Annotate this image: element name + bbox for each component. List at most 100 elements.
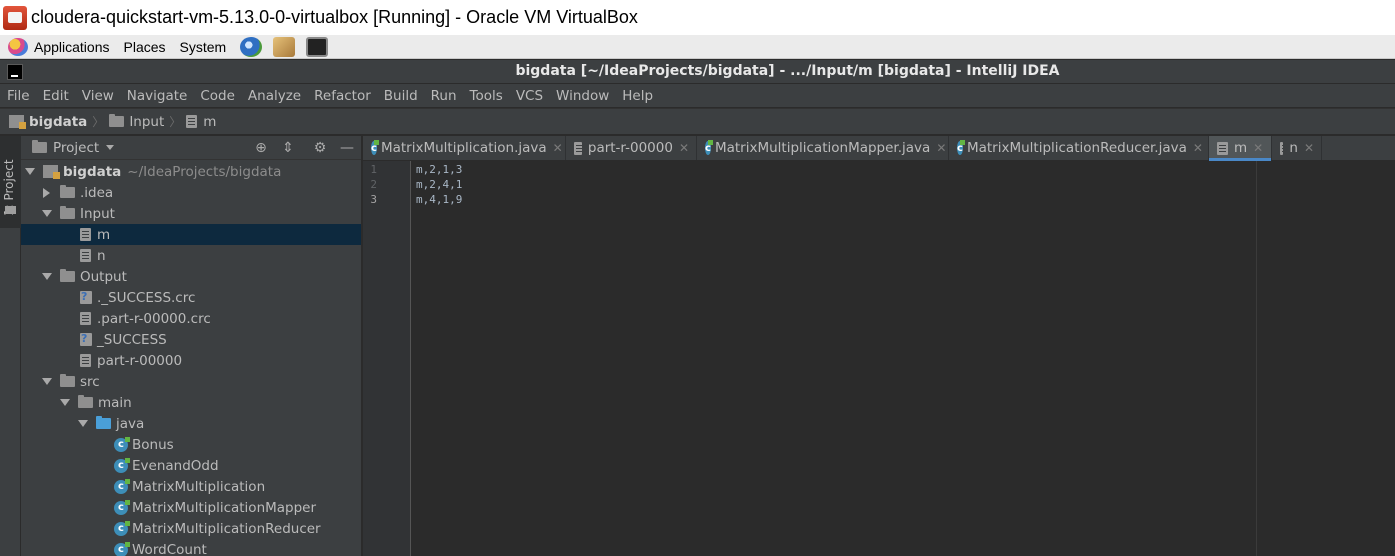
tree-item-src[interactable]: src (21, 371, 361, 392)
web-browser-launcher-icon[interactable] (240, 36, 263, 57)
menu-edit[interactable]: Edit (43, 88, 69, 104)
menu-analyze[interactable]: Analyze (248, 88, 301, 104)
tree-item-input[interactable]: Input (21, 203, 361, 224)
expand-arrow-icon[interactable] (42, 273, 52, 280)
menu-build[interactable]: Build (384, 88, 418, 104)
tree-item-n[interactable]: n (21, 245, 361, 266)
close-icon[interactable]: ✕ (1304, 141, 1314, 155)
breadcrumb-folder[interactable]: Input (109, 114, 164, 130)
package-manager-launcher-icon[interactable] (273, 36, 296, 57)
tree-item-label: java (116, 415, 145, 432)
applications-menu[interactable]: Applications (0, 37, 110, 56)
menu-help[interactable]: Help (622, 88, 653, 104)
tab-n[interactable]: n ✕ (1272, 136, 1322, 160)
code-line[interactable]: m,2,1,3 (416, 163, 462, 176)
menu-tools[interactable]: Tools (470, 88, 503, 104)
close-icon[interactable]: ✕ (553, 141, 563, 155)
close-icon[interactable]: ✕ (1193, 141, 1203, 155)
expand-arrow-icon[interactable] (60, 399, 70, 406)
java-class-icon: c (114, 478, 130, 494)
tree-item-matrixmultiplicationmapper[interactable]: c MatrixMultiplicationMapper (21, 497, 361, 518)
java-class-icon: c (114, 541, 130, 556)
expand-arrow-icon[interactable] (78, 420, 88, 427)
module-icon (43, 165, 60, 179)
project-tool-window-button[interactable]: 1: Project (0, 136, 21, 228)
applications-menu-label: Applications (34, 38, 110, 55)
tree-item-success-crc[interactable]: ._SUCCESS.crc (21, 287, 361, 308)
line-number: 2 (370, 178, 377, 191)
close-icon[interactable]: ✕ (1253, 141, 1263, 155)
menu-vcs[interactable]: VCS (516, 88, 543, 104)
line-number: 3 (370, 193, 377, 206)
java-class-icon: c (114, 499, 130, 515)
tree-item-evenandodd[interactable]: c EvenandOdd (21, 455, 361, 476)
hide-panel-icon[interactable]: — (339, 140, 355, 156)
tree-item-output[interactable]: Output (21, 266, 361, 287)
text-file-icon (1217, 141, 1228, 155)
tree-item-label: n (97, 247, 106, 264)
tree-item-main[interactable]: main (21, 392, 361, 413)
close-icon[interactable]: ✕ (936, 141, 946, 155)
breadcrumb-project[interactable]: bigdata (9, 114, 87, 130)
collapse-all-icon[interactable]: ⇕ (280, 140, 296, 156)
tree-item-part-r-00000[interactable]: part-r-00000 (21, 350, 361, 371)
applications-icon (8, 37, 28, 56)
code-editor[interactable]: m,2,1,3 m,2,4,1 m,4,1,9 (411, 161, 1395, 556)
code-line[interactable]: m,4,1,9 (416, 193, 462, 206)
tab-matrixmultiplicationmapper[interactable]: c MatrixMultiplicationMapper.java ✕ (697, 136, 949, 160)
text-file-icon (80, 249, 91, 262)
tab-m[interactable]: m ✕ (1209, 136, 1272, 161)
breadcrumb-separator-icon: 〉 (92, 115, 105, 129)
tree-item-bonus[interactable]: c Bonus (21, 434, 361, 455)
tree-item-matrixmultiplication[interactable]: c MatrixMultiplication (21, 476, 361, 497)
tree-item-wordcount[interactable]: c WordCount (21, 539, 361, 556)
breadcrumb: bigdata 〉 Input 〉 m (0, 108, 1395, 135)
close-icon[interactable]: ✕ (679, 141, 689, 155)
tree-item-matrixmultiplicationreducer[interactable]: c MatrixMultiplicationReducer (21, 518, 361, 539)
gear-icon[interactable]: ⚙ (312, 140, 328, 156)
tab-part-r-00000[interactable]: part-r-00000 ✕ (566, 136, 697, 160)
virtualbox-app-icon (3, 5, 27, 30)
tree-item-bigdata[interactable]: bigdata ~/IdeaProjects/bigdata (21, 161, 361, 182)
tree-item-part-crc[interactable]: .part-r-00000.crc (21, 308, 361, 329)
breadcrumb-file[interactable]: m (186, 114, 216, 130)
locate-target-icon[interactable]: ⊕ (253, 140, 269, 156)
tree-item-label: MatrixMultiplicationMapper (132, 499, 317, 516)
tree-item-label: .idea (80, 184, 114, 201)
menu-refactor[interactable]: Refactor (314, 88, 371, 104)
menu-window[interactable]: Window (556, 88, 609, 104)
tree-item-java[interactable]: java (21, 413, 361, 434)
vbox-window-title: cloudera-quickstart-vm-5.13.0-0-virtualb… (31, 7, 638, 27)
java-class-icon: c (705, 140, 713, 155)
collapse-arrow-icon[interactable] (43, 187, 50, 198)
tab-matrixmultiplication[interactable]: c MatrixMultiplication.java ✕ (363, 136, 566, 160)
tab-matrixmultiplicationreducer[interactable]: c MatrixMultiplicationReducer.java ✕ (949, 136, 1209, 160)
guest-top-panel: Applications Places System (0, 35, 1395, 59)
tree-item-label: m (97, 226, 111, 243)
chevron-down-icon[interactable] (106, 145, 115, 150)
tree-item-label: Output (80, 268, 127, 285)
code-line[interactable]: m,2,4,1 (416, 178, 462, 191)
menu-navigate[interactable]: Navigate (127, 88, 188, 104)
folder-icon (60, 185, 75, 198)
tree-item-idea[interactable]: .idea (21, 182, 361, 203)
editor-tab-bar: c MatrixMultiplication.java ✕ part-r-000… (363, 136, 1395, 161)
menu-code[interactable]: Code (200, 88, 235, 104)
project-view-selector[interactable]: Project (53, 140, 99, 156)
menu-view[interactable]: View (82, 88, 114, 104)
tab-label: MatrixMultiplicationMapper.java (714, 140, 931, 156)
project-tool-window: Project ⊕ ⇕ ⚙ — bigdata ~/IdeaProjects/b… (21, 136, 362, 556)
places-menu[interactable]: Places (124, 39, 166, 55)
menu-run[interactable]: Run (431, 88, 457, 104)
java-class-icon: c (114, 520, 130, 536)
tree-item-label: WordCount (132, 541, 207, 556)
tree-item-label: .part-r-00000.crc (97, 310, 211, 327)
terminal-launcher-icon[interactable] (306, 36, 329, 57)
menu-file[interactable]: File (7, 88, 30, 104)
expand-arrow-icon[interactable] (42, 210, 52, 217)
tree-item-success[interactable]: _SUCCESS (21, 329, 361, 350)
expand-arrow-icon[interactable] (42, 378, 52, 385)
expand-arrow-icon[interactable] (25, 168, 35, 175)
system-menu[interactable]: System (180, 39, 227, 55)
tree-item-m[interactable]: m (21, 224, 361, 245)
